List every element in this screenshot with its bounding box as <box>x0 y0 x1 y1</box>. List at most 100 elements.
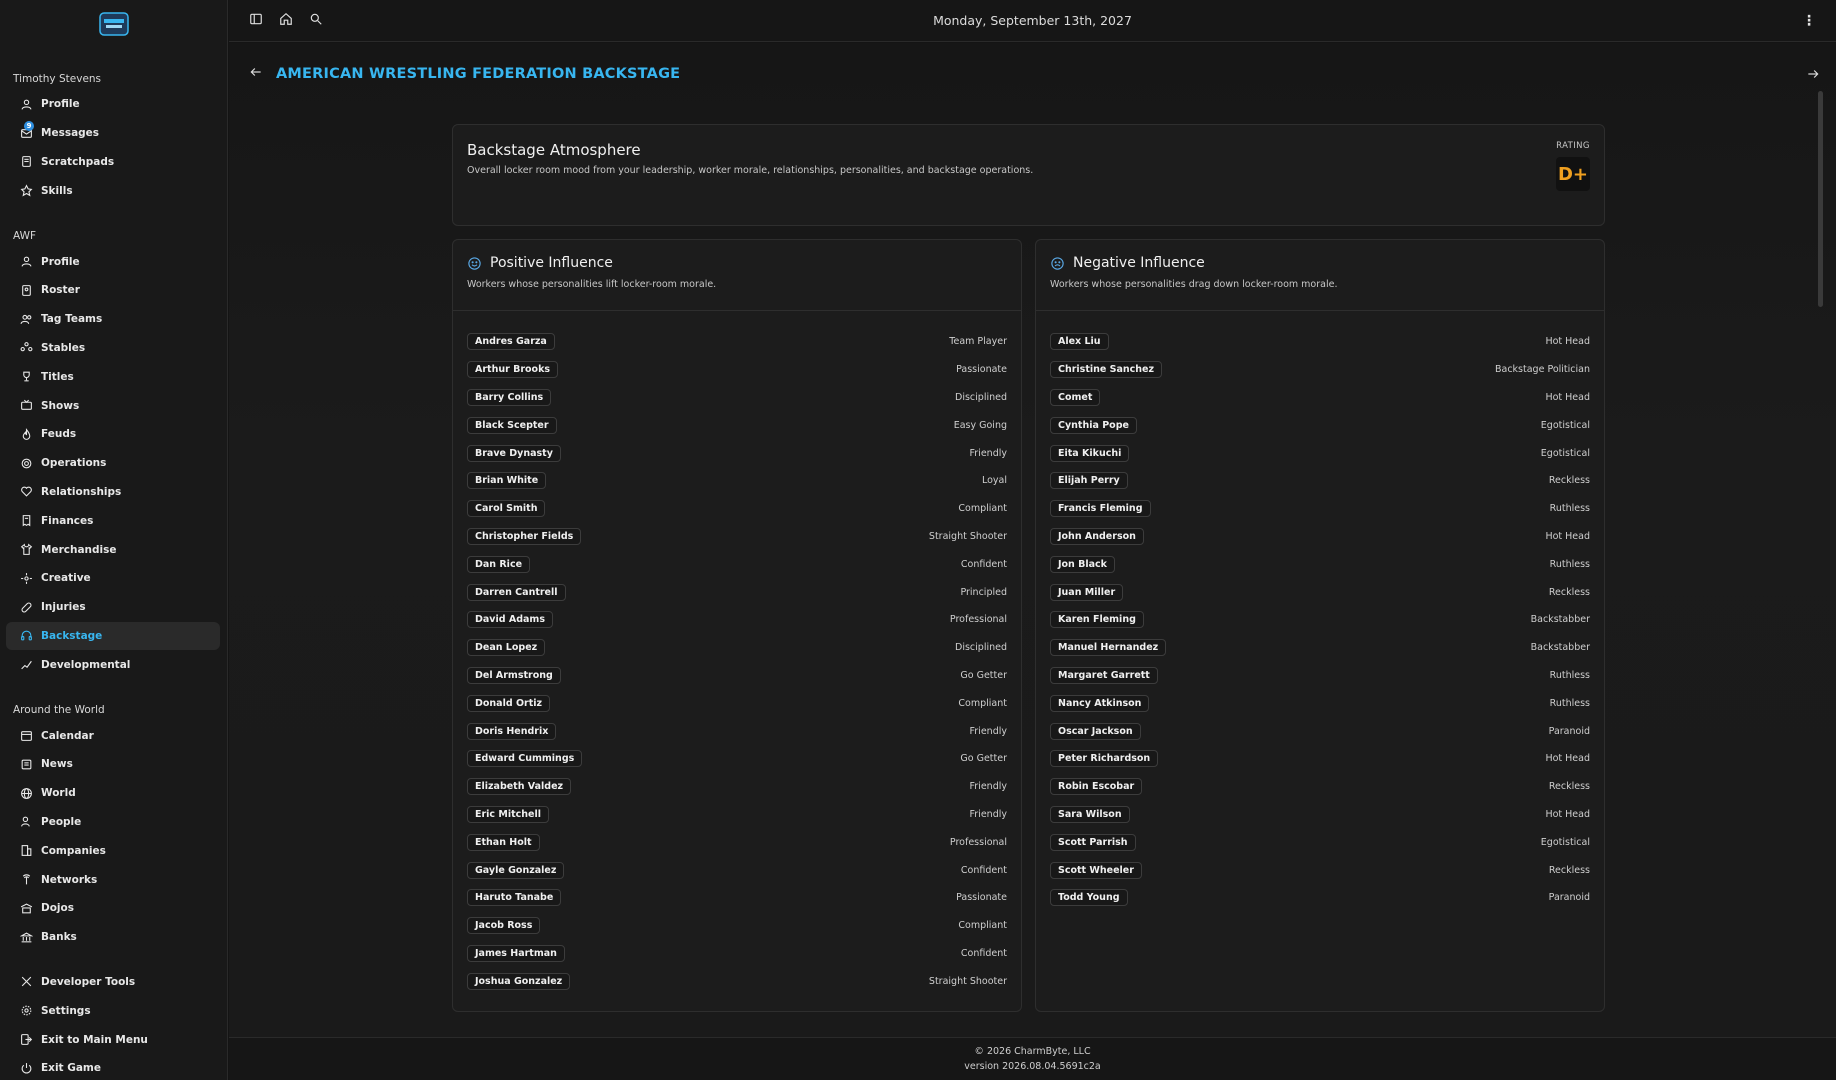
sidebar-item-world-banks[interactable]: Banks <box>6 923 220 952</box>
more-options-icon[interactable]: ⋮ <box>1802 13 1816 29</box>
worker-name-link[interactable]: Edward Cummings <box>467 750 583 768</box>
worker-trait: Confident <box>960 947 1007 959</box>
worker-name-link[interactable]: Margaret Garrett <box>1050 666 1158 684</box>
worker-name-link[interactable]: Carol Smith <box>467 500 546 518</box>
sidebar-item-awf-profile[interactable]: Profile <box>6 247 220 276</box>
sidebar-item-awf-merchandise[interactable]: Merchandise <box>6 535 220 564</box>
worker-name-link[interactable]: David Adams <box>467 611 553 629</box>
sidebar-item-awf-finances[interactable]: Finances <box>6 506 220 535</box>
sidebar-item-awf-titles[interactable]: Titles <box>6 362 220 391</box>
worker-row: Eric Mitchell Friendly <box>467 801 1007 829</box>
worker-name-link[interactable]: Brian White <box>467 472 547 490</box>
worker-name-link[interactable]: Dean Lopez <box>467 639 546 657</box>
sidebar-item-awf-backstage[interactable]: Backstage <box>6 621 220 651</box>
worker-name-link[interactable]: Elizabeth Valdez <box>467 778 572 796</box>
worker-trait: Confident <box>960 864 1007 876</box>
worker-name-link[interactable]: Donald Ortiz <box>467 694 551 712</box>
worker-name-link[interactable]: Andres Garza <box>467 333 555 351</box>
tools-icon <box>19 975 33 989</box>
worker-name-link[interactable]: Sara Wilson <box>1050 805 1130 823</box>
worker-name-link[interactable]: Joshua Gonzalez <box>467 972 571 990</box>
power-icon <box>19 1061 33 1075</box>
worker-name-link[interactable]: Oscar Jackson <box>1050 722 1141 740</box>
worker-name-link[interactable]: Elijah Perry <box>1050 472 1128 490</box>
worker-name-link[interactable]: Karen Fleming <box>1050 611 1144 629</box>
worker-row: Karen Fleming Backstabber <box>1050 606 1590 634</box>
sidebar-item-world-companies[interactable]: Companies <box>6 836 220 865</box>
worker-name-link[interactable]: Todd Young <box>1050 889 1128 907</box>
sidebar-item-user-scratchpads[interactable]: Scratchpads <box>6 148 220 177</box>
sidebar-item-world-networks[interactable]: Networks <box>6 865 220 894</box>
worker-name-link[interactable]: Dan Rice <box>467 555 531 573</box>
worker-name-link[interactable]: Scott Parrish <box>1050 833 1136 851</box>
worker-name-link[interactable]: Comet <box>1050 388 1101 406</box>
game-logo[interactable] <box>94 8 134 40</box>
sidebar-item-awf-tag-teams[interactable]: Tag Teams <box>6 305 220 334</box>
sidebar-item-world-world[interactable]: World <box>6 779 220 808</box>
headphones-icon <box>19 629 33 643</box>
worker-name-link[interactable]: John Anderson <box>1050 527 1144 545</box>
sidebar-item-exit-to-main-menu[interactable]: Exit to Main Menu <box>6 1025 220 1054</box>
forward-arrow-icon[interactable] <box>1806 67 1820 84</box>
worker-name-link[interactable]: Eric Mitchell <box>467 805 549 823</box>
sidebar-item-awf-operations[interactable]: Operations <box>6 449 220 478</box>
search-icon[interactable] <box>309 12 323 29</box>
sidebar-item-label: Relationships <box>41 485 122 498</box>
sidebar-item-awf-roster[interactable]: Roster <box>6 276 220 305</box>
worker-row: Black Scepter Easy Going <box>467 411 1007 439</box>
worker-name-link[interactable]: Peter Richardson <box>1050 750 1159 768</box>
worker-name-link[interactable]: Cynthia Pope <box>1050 416 1137 434</box>
sidebar-item-user-skills[interactable]: Skills <box>6 176 220 205</box>
toggle-sidebar-icon[interactable] <box>249 12 263 29</box>
frown-icon <box>1050 256 1065 271</box>
sidebar-item-awf-relationships[interactable]: Relationships <box>6 478 220 507</box>
worker-name-link[interactable]: Jon Black <box>1050 555 1115 573</box>
sidebar-item-world-people[interactable]: People <box>6 808 220 837</box>
sidebar-item-developer-tools[interactable]: Developer Tools <box>6 968 220 997</box>
worker-name-link[interactable]: Darren Cantrell <box>467 583 566 601</box>
sidebar-item-label: Messages <box>41 127 100 140</box>
sidebar-item-settings[interactable]: Settings <box>6 996 220 1025</box>
worker-name-link[interactable]: Nancy Atkinson <box>1050 694 1150 712</box>
worker-name-link[interactable]: Black Scepter <box>467 416 557 434</box>
sidebar-item-awf-shows[interactable]: Shows <box>6 391 220 420</box>
sidebar-item-awf-developmental[interactable]: Developmental <box>6 650 220 679</box>
worker-name-link[interactable]: Doris Hendrix <box>467 722 557 740</box>
sidebar-item-world-news[interactable]: News <box>6 750 220 779</box>
worker-name-link[interactable]: Haruto Tanabe <box>467 889 562 907</box>
home-icon[interactable] <box>279 12 293 29</box>
sidebar-item-user-profile[interactable]: Profile <box>6 90 220 119</box>
worker-name-link[interactable]: Robin Escobar <box>1050 778 1143 796</box>
copyright: © 2026 CharmByte, LLC <box>974 1046 1091 1057</box>
worker-name-link[interactable]: Alex Liu <box>1050 333 1109 351</box>
scrollbar[interactable] <box>1818 91 1823 307</box>
sidebar-item-exit-game[interactable]: Exit Game <box>6 1054 220 1080</box>
worker-name-link[interactable]: Juan Miller <box>1050 583 1124 601</box>
worker-name-link[interactable]: Scott Wheeler <box>1050 861 1142 879</box>
worker-name-link[interactable]: Ethan Holt <box>467 833 540 851</box>
sidebar-item-awf-injuries[interactable]: Injuries <box>6 593 220 622</box>
worker-trait: Passionate <box>956 364 1007 376</box>
sidebar-item-label: People <box>41 815 82 828</box>
worker-name-link[interactable]: Gayle Gonzalez <box>467 861 565 879</box>
sidebar-item-awf-feuds[interactable]: Feuds <box>6 420 220 449</box>
worker-name-link[interactable]: Christopher Fields <box>467 527 582 545</box>
antenna-icon <box>19 873 33 887</box>
worker-name-link[interactable]: Arthur Brooks <box>467 361 559 379</box>
sidebar-item-awf-stables[interactable]: Stables <box>6 334 220 363</box>
worker-name-link[interactable]: Del Armstrong <box>467 666 561 684</box>
worker-name-link[interactable]: Francis Fleming <box>1050 500 1151 518</box>
worker-name-link[interactable]: Manuel Hernandez <box>1050 639 1167 657</box>
worker-name-link[interactable]: Eita Kikuchi <box>1050 444 1130 462</box>
sidebar-item-awf-creative[interactable]: Creative <box>6 564 220 593</box>
sidebar-item-user-messages[interactable]: 9 Messages <box>6 119 220 148</box>
worker-name-link[interactable]: Jacob Ross <box>467 917 541 935</box>
sidebar-item-world-dojos[interactable]: Dojos <box>6 894 220 923</box>
worker-name-link[interactable]: Christine Sanchez <box>1050 361 1163 379</box>
worker-trait: Hot Head <box>1545 391 1590 403</box>
worker-name-link[interactable]: Barry Collins <box>467 388 552 406</box>
sidebar-item-world-calendar[interactable]: Calendar <box>6 721 220 750</box>
back-arrow-icon[interactable] <box>249 65 263 82</box>
worker-name-link[interactable]: James Hartman <box>467 944 565 962</box>
worker-name-link[interactable]: Brave Dynasty <box>467 444 561 462</box>
